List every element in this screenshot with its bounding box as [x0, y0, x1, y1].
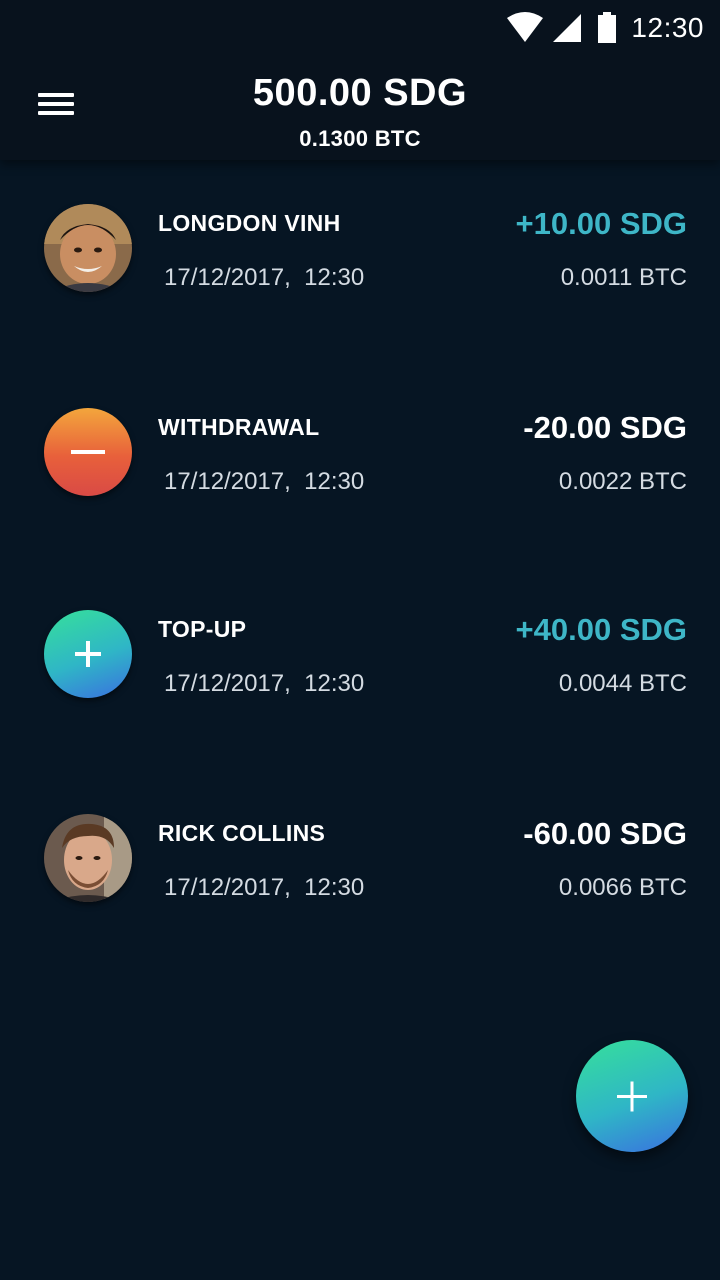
- transaction-item[interactable]: LONGDON VINH 17/12/2017, 12:30 +10.00 SD…: [0, 204, 720, 314]
- minus-icon: [71, 450, 105, 454]
- balance-btc: 0.1300 BTC: [299, 126, 421, 151]
- wallet-screen: 12:30 500.00 SDG 0.1300 BTC LONGDON VINH…: [0, 0, 720, 1280]
- person-avatar: [44, 814, 132, 902]
- balance-fiat: 500.00 SDG: [252, 72, 468, 114]
- transaction-name: RICK COLLINS: [158, 820, 326, 846]
- transaction-amount: -20.00 SDG: [523, 410, 687, 445]
- transaction-date: 17/12/2017, 12:30: [164, 670, 365, 697]
- withdrawal-avatar: [44, 408, 132, 496]
- transaction-amount: -60.00 SDG: [523, 816, 687, 851]
- wifi-icon: [507, 12, 544, 42]
- signal-icon: [553, 14, 582, 42]
- transaction-item[interactable]: WITHDRAWAL 17/12/2017, 12:30 -20.00 SDG …: [0, 408, 720, 518]
- transaction-amount: +10.00 SDG: [515, 206, 687, 241]
- transaction-name: LONGDON VINH: [158, 210, 341, 236]
- battery-icon: [598, 12, 617, 43]
- status-time: 12:30: [631, 12, 704, 43]
- transaction-item[interactable]: TOP-UP 17/12/2017, 12:30 +40.00 SDG 0.00…: [0, 610, 720, 720]
- transaction-date: 17/12/2017, 12:30: [164, 468, 365, 495]
- transaction-name: WITHDRAWAL: [158, 414, 320, 440]
- transaction-btc: 0.0011 BTC: [560, 264, 687, 291]
- transaction-amount: +40.00 SDG: [515, 612, 687, 647]
- person-avatar-image: [44, 814, 132, 902]
- transaction-name: TOP-UP: [158, 616, 247, 642]
- transaction-date: 17/12/2017, 12:30: [164, 874, 365, 901]
- app-bar: 12:30 500.00 SDG 0.1300 BTC: [0, 0, 720, 160]
- person-avatar-image: [44, 204, 132, 292]
- transaction-date: 17/12/2017, 12:30: [164, 264, 365, 291]
- transaction-btc: 0.0022 BTC: [558, 468, 687, 495]
- plus-icon: [617, 1081, 647, 1112]
- transaction-btc: 0.0044 BTC: [558, 670, 687, 697]
- status-bar: 12:30: [0, 0, 720, 56]
- add-transaction-button[interactable]: [576, 1040, 688, 1152]
- person-avatar: [44, 204, 132, 292]
- plus-icon: [75, 641, 101, 667]
- transaction-item[interactable]: RICK COLLINS 17/12/2017, 12:30 -60.00 SD…: [0, 814, 720, 924]
- topup-avatar: [44, 610, 132, 698]
- transaction-btc: 0.0066 BTC: [558, 874, 687, 901]
- status-icons: 12:30: [505, 8, 704, 48]
